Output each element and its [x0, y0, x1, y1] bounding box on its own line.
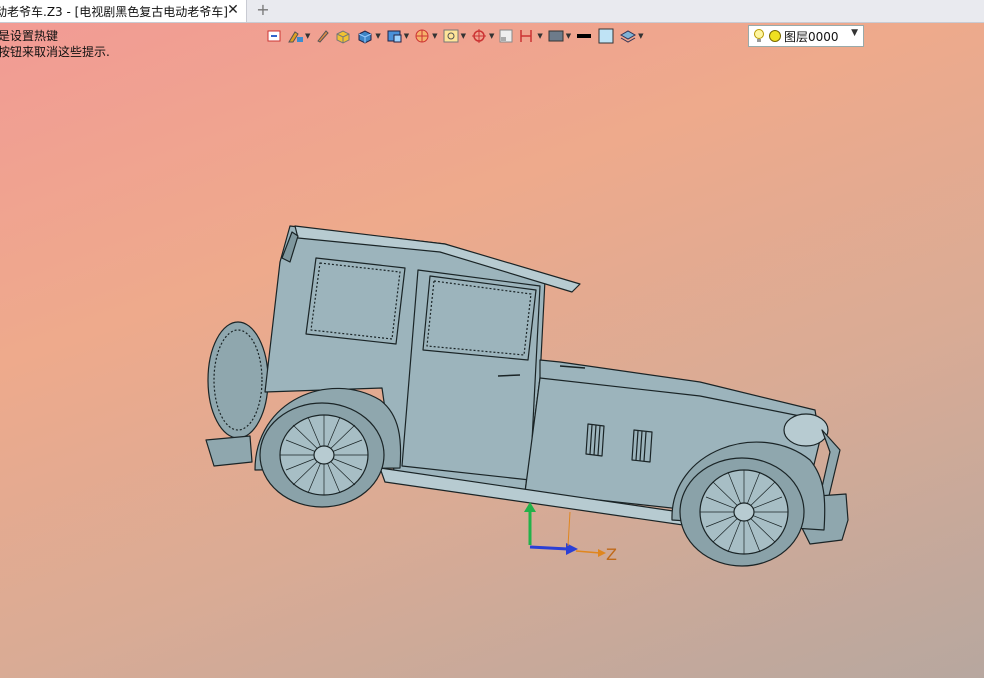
new-tab-button[interactable]: +	[255, 1, 271, 19]
color-brush-button[interactable]: ▼	[286, 26, 310, 46]
target-pick-icon	[471, 29, 486, 43]
color-square-icon	[598, 28, 614, 44]
render-mode-button[interactable]: ▼	[413, 26, 438, 46]
close-tab-button[interactable]: ✕	[226, 3, 240, 17]
3d-viewport[interactable]: Z	[0, 0, 984, 678]
target-pick-button[interactable]: ▼	[470, 26, 494, 46]
section-button[interactable]: ▼	[518, 26, 543, 46]
layer-stack-button[interactable]: ▼	[619, 26, 644, 46]
lightbulb-icon	[754, 29, 764, 42]
view-box-button[interactable]: ▼	[385, 26, 409, 46]
shaded-box-icon	[336, 30, 350, 44]
zoom-extents-icon	[443, 29, 459, 43]
selection-filter-button[interactable]	[266, 26, 282, 46]
color-square-button[interactable]	[597, 26, 615, 46]
chevron-down-icon: ▼	[851, 28, 858, 38]
layer-stack-icon	[620, 30, 637, 43]
edit-pen-icon	[317, 30, 330, 43]
z-axis-label: Z	[606, 545, 617, 564]
color-brush-icon	[288, 31, 303, 43]
shaded-box-button[interactable]	[334, 26, 352, 46]
rear-wheel	[259, 402, 385, 508]
plane-button[interactable]	[498, 26, 514, 46]
document-tab[interactable]: 动老爷车.Z3 - [电视剧黑色复古电动老爷车] ✕	[0, 0, 247, 22]
plane-icon	[499, 29, 513, 43]
render-mode-icon	[415, 29, 429, 43]
edit-pen-button[interactable]	[314, 26, 330, 46]
solid-box-button[interactable]: ▼	[356, 26, 381, 46]
hint-line-1: 是设置热键	[0, 29, 59, 43]
view-toolbar: ▼ ▼ ▼ ▼ ▼ ▼ ▼ ▼ ▼	[266, 25, 648, 47]
zoom-extents-button[interactable]: ▼	[442, 26, 466, 46]
document-tab-bar: 动老爷车.Z3 - [电视剧黑色复古电动老爷车] ✕ +	[0, 0, 984, 23]
spare-tire	[207, 321, 269, 439]
hint-line-2: 按钮来取消这些提示.	[0, 45, 110, 59]
section-icon	[520, 30, 533, 42]
front-wheel	[679, 457, 805, 567]
line-black-icon	[577, 34, 592, 38]
display-button[interactable]: ▼	[547, 26, 571, 46]
layer-dropdown[interactable]: 图层0000 ▼	[748, 25, 864, 47]
view-box-icon	[387, 30, 402, 43]
solid-box-icon	[358, 30, 372, 44]
layer-color-dot-icon	[769, 30, 781, 42]
display-icon	[548, 30, 564, 42]
layer-label: 图层0000	[784, 29, 839, 44]
car-model[interactable]	[0, 0, 984, 678]
selection-filter-icon	[267, 30, 281, 42]
document-tab-title: 动老爷车.Z3 - [电视剧黑色复古电动老爷车]	[0, 4, 228, 19]
line-black-button[interactable]	[575, 26, 593, 46]
